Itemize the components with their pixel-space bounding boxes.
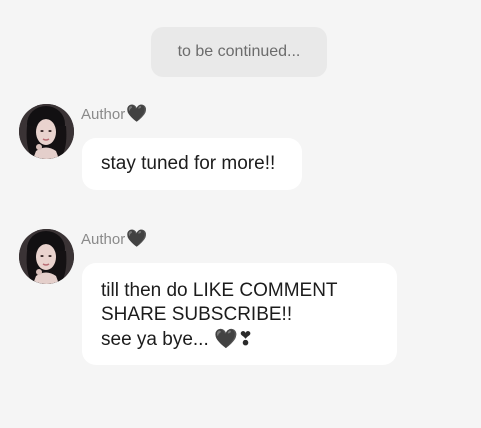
sender-label: Author (81, 106, 126, 123)
author-avatar[interactable] (19, 229, 74, 284)
sender-name[interactable]: Author 🖤 (81, 104, 148, 124)
system-message: to be continued... (151, 27, 327, 77)
author-avatar-icon (19, 229, 74, 284)
message-line: see ya bye... 🖤❣ (101, 327, 378, 352)
sender-name[interactable]: Author 🖤 (81, 229, 148, 249)
author-avatar-icon (19, 104, 74, 159)
message-bubble[interactable]: stay tuned for more!! (82, 138, 302, 190)
message-bubble[interactable]: till then do LIKE COMMENT SHARE SUBSCRIB… (82, 263, 397, 365)
message-line: till then do LIKE COMMENT (101, 280, 338, 301)
message-text: stay tuned for more!! (101, 153, 276, 174)
black-heart-icon: 🖤 (126, 104, 148, 124)
system-message-text: to be continued... (177, 43, 301, 60)
message-line-text: see ya bye... (101, 329, 209, 350)
message-line: SHARE SUBSCRIBE!! (101, 304, 293, 325)
author-avatar[interactable] (19, 104, 74, 159)
black-heart-icon: 🖤 (126, 229, 148, 249)
sender-label: Author (81, 231, 126, 248)
black-heart-heart-exclamation-icon: 🖤❣ (214, 328, 254, 350)
